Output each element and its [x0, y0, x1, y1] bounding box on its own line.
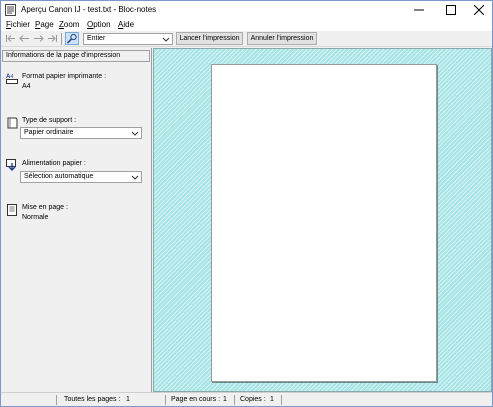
media-type-value: Papier ordinaire — [24, 129, 74, 136]
paper-source-value: Sélection automatique — [24, 173, 94, 180]
menu-file[interactable]: Fichier — [6, 20, 30, 29]
magnifier-icon — [66, 33, 77, 44]
status-separator — [165, 395, 166, 405]
status-separator — [56, 395, 57, 405]
toolbar: Entier Lancer l'impression Annuler l'imp… — [1, 31, 492, 47]
menu-zoom[interactable]: Zoom — [59, 20, 79, 29]
chevron-down-icon — [162, 37, 170, 42]
magnifier-button[interactable] — [65, 32, 79, 45]
paper-source-icon — [6, 159, 16, 171]
previous-page-icon[interactable] — [19, 33, 30, 44]
paper-size-icon: A 4 — [6, 74, 18, 84]
paper-size-label: Format papier imprimante : — [22, 73, 107, 80]
paper-source-select[interactable]: Sélection automatique — [20, 171, 142, 183]
media-type-label: Type de support : — [22, 117, 77, 124]
panel-header: Informations de la page d'impression — [2, 50, 150, 62]
layout-label: Mise en page : — [22, 204, 68, 211]
status-separator — [281, 395, 282, 405]
menu-option[interactable]: Option — [87, 20, 111, 29]
chevron-down-icon — [131, 175, 139, 180]
media-type-icon — [7, 117, 18, 129]
current-page-value: 1 — [223, 396, 227, 403]
zoom-select[interactable]: Entier — [83, 33, 173, 45]
page-layout-icon — [7, 204, 17, 216]
maximize-icon — [446, 5, 456, 15]
minimize-button[interactable] — [406, 1, 432, 19]
toolbar-separator — [61, 33, 62, 45]
copies-label: Copies : — [240, 396, 266, 403]
status-separator — [234, 395, 235, 405]
status-bar: Toutes les pages : 1 Page en cours : 1 C… — [1, 392, 492, 406]
layout-value: Normale — [22, 214, 49, 221]
zoom-value: Entier — [87, 35, 106, 42]
start-print-button[interactable]: Lancer l'impression — [176, 32, 243, 45]
last-page-icon[interactable] — [47, 33, 58, 44]
copies-value: 1 — [270, 396, 274, 403]
cancel-print-button[interactable]: Annuler l'impression — [247, 32, 317, 45]
title-bar: Aperçu Canon IJ - test.txt - Bloc-notes — [1, 1, 492, 19]
total-pages-value: 1 — [126, 396, 130, 403]
menu-bar: Fichier Page Zoom Option Aide — [1, 19, 492, 31]
preview-area[interactable] — [153, 48, 492, 392]
current-page-label: Page en cours : — [171, 396, 221, 403]
notepad-icon — [5, 4, 16, 16]
next-page-icon[interactable] — [33, 33, 44, 44]
first-page-icon[interactable] — [5, 33, 16, 44]
media-type-select[interactable]: Papier ordinaire — [20, 127, 142, 139]
minimize-icon — [414, 9, 424, 11]
maximize-button[interactable] — [438, 1, 464, 19]
window-title: Aperçu Canon IJ - test.txt - Bloc-notes — [21, 5, 157, 14]
menu-page[interactable]: Page — [35, 20, 54, 29]
total-pages-label: Toutes les pages : — [64, 396, 121, 403]
close-button[interactable] — [466, 1, 492, 19]
paper-size-value: A4 — [22, 83, 31, 90]
app-window: Aperçu Canon IJ - test.txt - Bloc-notes … — [0, 0, 493, 407]
chevron-down-icon — [131, 131, 139, 136]
close-icon — [474, 5, 484, 15]
paper-source-label: Alimentation papier : — [22, 160, 86, 167]
menu-help[interactable]: Aide — [118, 20, 134, 29]
page-preview — [211, 64, 437, 382]
print-info-panel: Informations de la page d'impression A 4… — [1, 48, 152, 392]
